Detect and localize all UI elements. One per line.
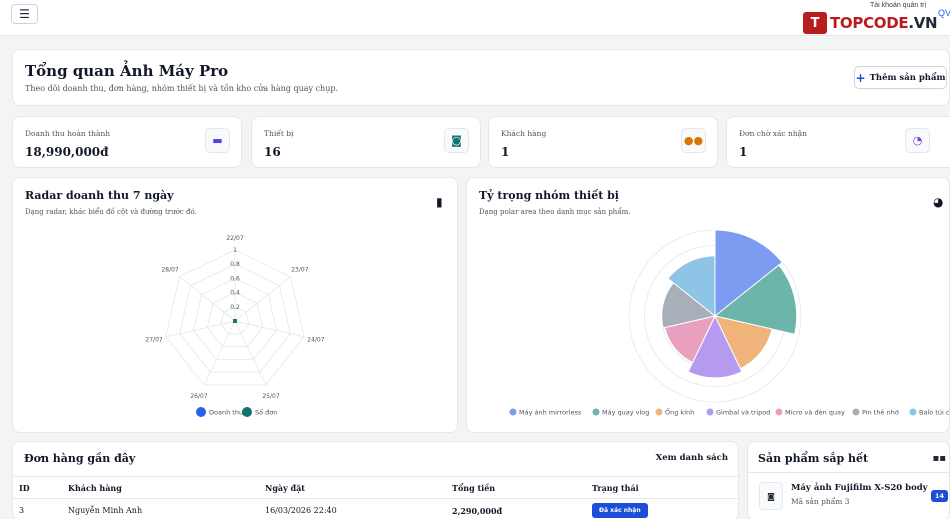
low-stock-product-code: Mã sản phẩm 3 (791, 497, 850, 506)
polar-area-chart: Máy ảnh mirrorless Máy quay vlog Ống kính G… (509, 229, 950, 417)
radar-tick-label: 0,2 (230, 304, 240, 311)
legend-label: Máy quay vlog (602, 409, 649, 417)
stat-label: Đơn chờ xác nhận (739, 129, 807, 138)
radar-revenue-card: Radar doanh thu 7 ngày Dạng radar, khác … (12, 177, 458, 433)
radar-category-label: 27/07 (145, 336, 162, 343)
legend-label: Micro và đèn quay (785, 409, 845, 417)
divider (748, 472, 950, 473)
column-header: ID (13, 476, 68, 499)
legend-label: Ống kính (665, 407, 694, 417)
hamburger-icon: ☰ (19, 7, 30, 21)
stat-label: Khách hàng (501, 129, 547, 138)
page-subtitle: Theo dõi doanh thu, đơn hàng, nhóm thiết… (25, 84, 339, 93)
stat-value: 16 (264, 145, 281, 159)
logo-mark: T (803, 12, 827, 34)
column-header: Ngày đặt (265, 476, 452, 499)
order-date: 16/03/2026 22:40 (265, 506, 337, 516)
radar-category-label: 28/07 (161, 266, 178, 273)
stat-card-devices: Thiết bị 16 ◙ (251, 116, 481, 168)
view-orders-link[interactable]: Xem danh sách (656, 453, 728, 463)
stat-card-pending: Đơn chờ xác nhận 1 ◔ (726, 116, 950, 168)
stat-card-customers: Khách hàng 1 ●● (488, 116, 718, 168)
legend-label: Số đơn (255, 409, 277, 417)
stat-value: 18,990,000đ (25, 145, 109, 159)
radar-category-label: 25/07 (262, 393, 279, 400)
product-thumbnail: ◙ (759, 482, 783, 510)
top-bar: ☰ Tài khoản quản trị QV T TOPCODE.VN (0, 0, 950, 36)
radar-chart: 22/07 23/07 24/07 25/07 26/07 27/07 28/07 0,2 0,… (145, 235, 325, 417)
device-share-card: Tỷ trọng nhóm thiết bị Dạng polar area t… (466, 177, 950, 433)
stat-card-revenue: Doanh thu hoàn thành 18,990,000đ ▬ (12, 116, 242, 168)
legend-label: Gimbal và tripod (716, 409, 770, 417)
logo-brand: TOPCODE (830, 14, 909, 32)
radar-tick-label: 1 (233, 247, 237, 254)
overview-header: Tổng quan Ảnh Máy Pro Theo dõi doanh thu… (12, 49, 950, 106)
site-logo: T TOPCODE.VN (803, 12, 938, 34)
order-customer: Nguyễn Minh Anh (68, 506, 143, 516)
plus-icon: + (855, 70, 866, 85)
radar-spoke (234, 320, 267, 386)
wallet-icon: ▬ (205, 128, 230, 153)
logo-domain: .VN (908, 14, 938, 32)
add-product-label: Thêm sản phẩm (869, 72, 946, 83)
low-stock-card: Sản phẩm sắp hết ▪▪ ◙ Máy ảnh Fujifilm X… (747, 441, 950, 519)
orders-table: ID Khách hàng Ngày đặt Tổng tiền Trạng t… (13, 476, 740, 519)
legend-label: Máy ảnh mirrorless (519, 409, 582, 417)
camera-icon: ◙ (767, 491, 775, 501)
radar-point (233, 319, 237, 323)
column-header: Khách hàng (68, 476, 265, 499)
legend-marker (592, 408, 600, 416)
menu-toggle-button[interactable]: ☰ (11, 4, 38, 24)
radar-tick-label: 0,8 (230, 261, 240, 268)
stat-value: 1 (501, 145, 510, 159)
radar-category-label: 22/07 (226, 235, 243, 242)
account-menu[interactable]: QV (938, 8, 950, 18)
users-icon: ●● (681, 128, 706, 153)
low-stock-product-name[interactable]: Máy ảnh Fujifilm X-S20 body (791, 483, 928, 493)
order-id: 3 (19, 506, 25, 516)
stat-label: Doanh thu hoàn thành (25, 129, 111, 138)
radar-tick-label: 0,4 (230, 290, 240, 297)
stat-label: Thiết bị (264, 129, 294, 138)
column-header: Tổng tiền (452, 476, 592, 499)
legend-marker (196, 407, 206, 417)
legend-marker (852, 408, 860, 416)
radar-category-label: 26/07 (190, 393, 207, 400)
boxes-icon: ▪▪ (932, 453, 946, 464)
stat-value: 1 (739, 145, 748, 159)
radar-category-label: 24/07 (307, 336, 324, 343)
legend-marker (706, 408, 714, 416)
account-label: Tài khoản quản trị (870, 2, 927, 9)
legend-label: Balo túi chống ẩm (919, 408, 950, 417)
recent-orders-card: Đơn hàng gần đây Xem danh sách ID Khách … (12, 441, 740, 519)
clock-icon: ◔ (905, 128, 930, 153)
camera-icon: ◙ (444, 128, 469, 153)
add-product-button[interactable]: + Thêm sản phẩm (854, 66, 947, 89)
column-header: Trạng thái (592, 476, 740, 499)
legend-marker (242, 407, 252, 417)
low-stock-title: Sản phẩm sắp hết (758, 452, 869, 465)
legend-marker (909, 408, 917, 416)
table-row[interactable]: 3 Nguyễn Minh Anh 16/03/2026 22:40 2,290… (13, 499, 740, 519)
legend-label: Pin thẻ nhớ (862, 409, 899, 417)
orders-title: Đơn hàng gần đây (24, 452, 136, 465)
status-badge: Đã xác nhận (592, 503, 648, 519)
page-title: Tổng quan Ảnh Máy Pro (25, 62, 229, 80)
radar-category-label: 23/07 (291, 266, 308, 273)
legend-marker (509, 408, 517, 416)
legend-label: Doanh thu (209, 409, 243, 417)
stock-count-badge: 14 (931, 490, 949, 502)
legend-marker (655, 408, 663, 416)
order-total: 2,290,000đ (452, 505, 503, 516)
table-header-row: ID Khách hàng Ngày đặt Tổng tiền Trạng t… (13, 476, 740, 499)
legend-marker (775, 408, 783, 416)
radar-tick-label: 0,6 (230, 275, 240, 282)
radar-spoke (203, 320, 236, 386)
